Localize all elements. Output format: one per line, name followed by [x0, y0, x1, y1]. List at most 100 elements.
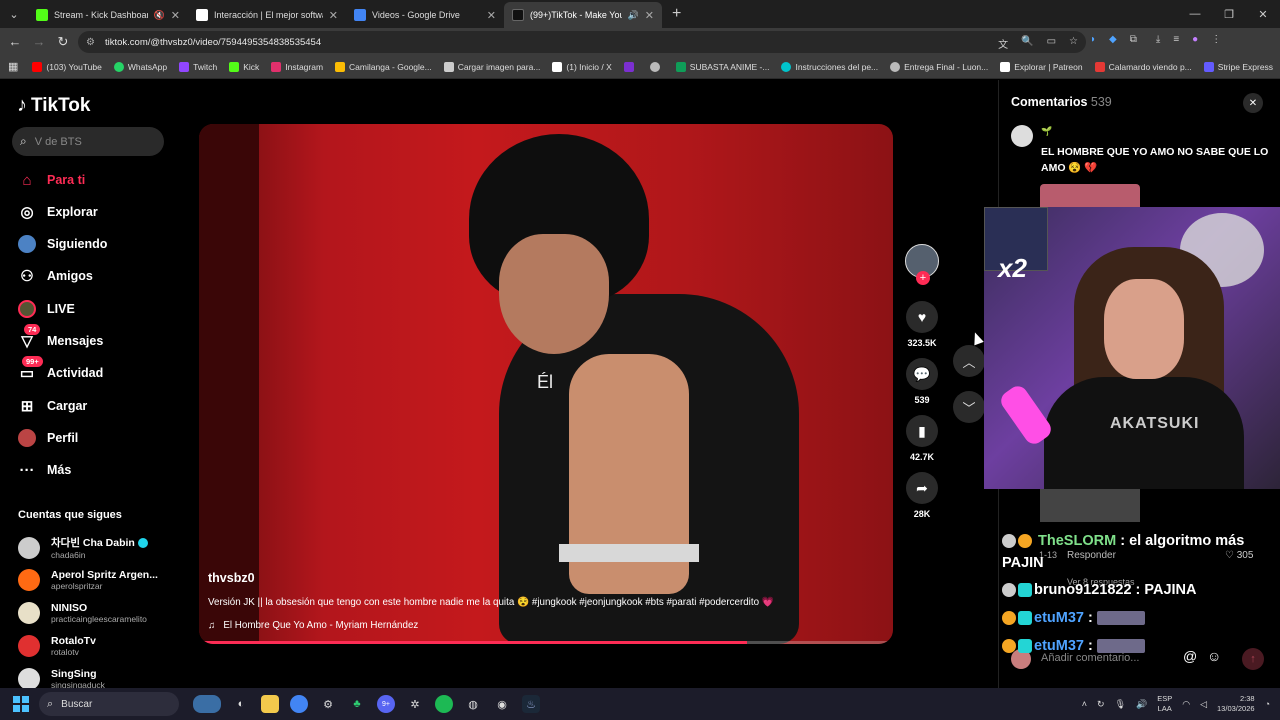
chrome-icon[interactable]	[290, 695, 308, 713]
mention-icon[interactable]: @	[1183, 648, 1197, 664]
zoom-icon[interactable]: 🔍	[1021, 36, 1033, 51]
wifi-icon[interactable]: ◠	[1182, 699, 1190, 710]
extension-icon[interactable]: ◆	[1109, 34, 1117, 45]
gear-icon[interactable]: ✲	[406, 695, 424, 713]
share-button[interactable]: ➦ 28K	[904, 472, 940, 519]
save-button[interactable]: ▮ 42.7K	[904, 415, 940, 462]
comment-image[interactable]	[1040, 488, 1140, 522]
following-account[interactable]: NINISO practicaingleescaramelito	[18, 602, 147, 624]
widget-icon[interactable]	[193, 695, 221, 713]
volume-icon[interactable]: 🔊	[1136, 699, 1147, 710]
back-icon[interactable]: ←	[3, 34, 27, 49]
clock[interactable]: 2:38 13/03/2026	[1217, 694, 1255, 714]
comment-button[interactable]: 💬 539	[904, 358, 940, 405]
previous-video-button[interactable]: ︿	[953, 345, 985, 377]
menu-live[interactable]: LIVE	[18, 298, 75, 320]
bookmark-entrega[interactable]: Entrega Final - Luon...	[890, 61, 988, 72]
bookmark-star-icon[interactable]: ☆	[1069, 36, 1078, 51]
app-icon[interactable]: ♣	[348, 695, 366, 713]
notification-icon[interactable]: ◔	[1265, 699, 1270, 709]
extensions-puzzle-icon[interactable]: ⧉	[1130, 34, 1137, 45]
bookmark-globe[interactable]	[649, 61, 664, 72]
following-account[interactable]: RotaloTv rotalotv	[18, 635, 96, 657]
menu-mas[interactable]: ··· Más	[18, 459, 72, 481]
menu-mensajes[interactable]: ▽ 74 Mensajes	[18, 324, 103, 352]
speaker-icon[interactable]: ◁	[1200, 699, 1207, 710]
menu-actividad[interactable]: ▭ 99+ Actividad	[18, 356, 103, 384]
bookmark-stripe[interactable]: Stripe Express	[1203, 61, 1273, 72]
app-icon[interactable]: ◐	[232, 695, 250, 713]
close-window-icon[interactable]: ✕	[1246, 8, 1280, 21]
forward-icon[interactable]: →	[27, 34, 51, 49]
bookmark-instagram[interactable]: Instagram	[271, 61, 323, 72]
taskbar-search[interactable]: ⌕ Buscar	[39, 692, 179, 716]
search-input[interactable]: ⌕ V de BTS	[12, 127, 164, 156]
like-button[interactable]: ♥ 323.5K	[904, 301, 940, 348]
bookmark-camilanga[interactable]: Camilanga - Google...	[335, 61, 432, 72]
minimize-icon[interactable]: —	[1178, 8, 1212, 20]
following-account[interactable]: 차다빈 Cha Dabin chada6in	[18, 535, 148, 560]
chevron-up-icon[interactable]: ˄	[1082, 699, 1087, 709]
menu-siguiendo[interactable]: Siguiendo	[18, 233, 107, 255]
emoji-icon[interactable]: ☺	[1207, 648, 1221, 664]
restore-icon[interactable]: ❐	[1212, 8, 1246, 21]
browser-menu-icon[interactable]: ⋮	[1211, 34, 1221, 45]
bookmark-purple[interactable]	[623, 61, 638, 72]
bookmark-x[interactable]: (1) Inicio / X	[552, 61, 612, 72]
bookmark-youtube[interactable]: (103) YouTube	[32, 61, 102, 72]
bookmark-twitch[interactable]: Twitch	[179, 61, 217, 72]
settings-icon[interactable]: ⚙	[319, 695, 337, 713]
tab-kick-dashboard[interactable]: Stream - Kick Dashboard 🔇 ✕	[28, 2, 188, 28]
file-explorer-icon[interactable]	[261, 695, 279, 713]
reload-icon[interactable]: ↻	[51, 34, 75, 50]
following-account[interactable]: SingSing singsingaduck	[18, 668, 105, 690]
bookmark-calamardo[interactable]: Calamardo viendo p...	[1094, 61, 1192, 72]
tab-interaccion[interactable]: Interacción | El mejor software ✕	[188, 2, 346, 28]
windows-start-icon[interactable]	[13, 696, 29, 712]
new-tab-button[interactable]: +	[672, 5, 681, 23]
menu-perfil[interactable]: Perfil	[18, 427, 78, 449]
language-indicator[interactable]: ESP LAA	[1157, 694, 1172, 714]
creator-avatar[interactable]: +	[904, 244, 940, 285]
close-tab-icon[interactable]: ✕	[171, 9, 180, 22]
next-video-button[interactable]: ﹀	[953, 391, 985, 423]
app-icon[interactable]: ◉	[493, 695, 511, 713]
muted-icon[interactable]: 🔇	[154, 10, 165, 21]
microphone-icon[interactable]: 🎙	[1115, 699, 1126, 710]
video-music[interactable]: ♫ El Hombre Que Yo Amo - Myriam Hernánde…	[208, 620, 418, 631]
close-tab-icon[interactable]: ✕	[487, 9, 496, 22]
video-username[interactable]: thvsbz0	[208, 571, 255, 585]
menu-para-ti[interactable]: ⌂ Para ti	[18, 169, 85, 191]
tiktok-logo[interactable]: ♪ TikTok	[17, 94, 90, 117]
comment-image[interactable]	[1040, 184, 1140, 208]
tab-tiktok[interactable]: (99+)TikTok - Make Your Day 🔊 ✕	[504, 2, 662, 28]
follow-plus-icon[interactable]: +	[916, 271, 930, 285]
tab-search-dropdown[interactable]: ⌄	[0, 0, 28, 28]
download-icon[interactable]: ⤓	[1156, 34, 1160, 45]
bookmark-instrucciones[interactable]: Instrucciones del pe...	[781, 61, 878, 72]
close-comments-button[interactable]: ✕	[1243, 93, 1263, 113]
site-info-icon[interactable]: ⚙	[86, 37, 95, 48]
bookmark-whatsapp[interactable]: WhatsApp	[113, 61, 167, 72]
bookmark-cargar-imagen[interactable]: Cargar imagen para...	[443, 61, 540, 72]
sync-icon[interactable]: ↻	[1097, 699, 1105, 710]
close-tab-icon[interactable]: ✕	[645, 9, 654, 22]
translate-icon[interactable]: 文	[998, 36, 1008, 51]
following-account[interactable]: Aperol Spritz Argen... aperolspritzar	[18, 569, 158, 591]
steam-icon[interactable]: ♨	[522, 695, 540, 713]
profile-icon[interactable]: ●	[1192, 34, 1198, 45]
video-progress-bar[interactable]	[199, 641, 893, 644]
app-icon[interactable]: ◍	[464, 695, 482, 713]
extension-icon[interactable]: ◗	[1090, 34, 1096, 45]
menu-explorar[interactable]: ◎ Explorar	[18, 201, 97, 223]
video-player[interactable]: Él thvsbz0 Versión JK || la obsesión que…	[199, 124, 893, 644]
avatar[interactable]	[1011, 125, 1033, 147]
apps-grid-icon[interactable]: ▦	[8, 60, 18, 73]
cast-icon[interactable]: ▭	[1047, 36, 1056, 51]
bookmark-subasta[interactable]: SUBASTA ANIME -...	[675, 61, 769, 72]
spotify-icon[interactable]	[435, 695, 453, 713]
send-comment-button[interactable]: ↑	[1242, 648, 1264, 670]
bookmark-kick[interactable]: Kick	[229, 61, 259, 72]
bookmark-patreon[interactable]: Explorar | Patreon	[1000, 61, 1083, 72]
menu-cargar[interactable]: ⊞ Cargar	[18, 395, 88, 417]
